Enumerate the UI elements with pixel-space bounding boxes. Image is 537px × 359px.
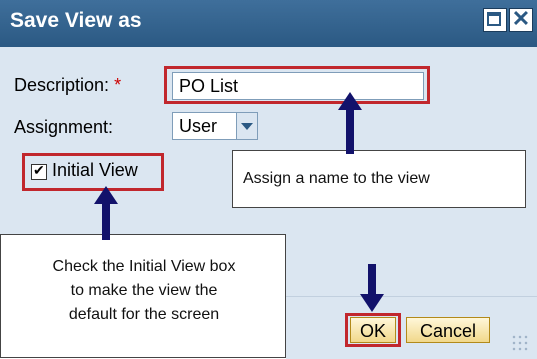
arrow-down-icon bbox=[360, 264, 384, 312]
close-icon-glyph: ✕ bbox=[511, 6, 531, 31]
dialog-title: Save View as bbox=[10, 9, 142, 32]
save-view-dialog: Save View as ✕ Description: * PO List As… bbox=[0, 0, 537, 359]
description-label: Description: * bbox=[14, 75, 121, 96]
required-mark: * bbox=[114, 75, 122, 95]
description-label-text: Description: bbox=[14, 75, 110, 95]
title-bar[interactable]: Save View as ✕ bbox=[0, 0, 537, 47]
description-highlight bbox=[164, 66, 430, 104]
initial-view-highlight bbox=[22, 153, 164, 191]
maximize-icon[interactable] bbox=[483, 8, 507, 32]
cancel-button[interactable]: Cancel bbox=[406, 317, 490, 343]
close-icon[interactable]: ✕ bbox=[509, 6, 533, 32]
initial-view-callout-box: Check the Initial View box to make the v… bbox=[0, 234, 286, 358]
arrow-up-icon bbox=[94, 186, 118, 240]
initial-view-callout-line-2: to make the view the bbox=[70, 282, 218, 299]
assignment-select[interactable]: User bbox=[172, 112, 238, 140]
name-callout-box: Assign a name to the view bbox=[232, 150, 526, 208]
initial-view-callout-line-3: default for the screen bbox=[68, 306, 220, 323]
chevron-down-icon[interactable] bbox=[236, 112, 258, 140]
arrow-up-icon bbox=[338, 92, 362, 154]
resize-grip-icon[interactable] bbox=[511, 334, 529, 352]
name-callout-text: Assign a name to the view bbox=[243, 170, 430, 187]
initial-view-callout-line-1: Check the Initial View box bbox=[52, 258, 236, 275]
ok-button[interactable]: OK bbox=[350, 317, 396, 343]
assignment-label: Assignment: bbox=[14, 117, 114, 137]
